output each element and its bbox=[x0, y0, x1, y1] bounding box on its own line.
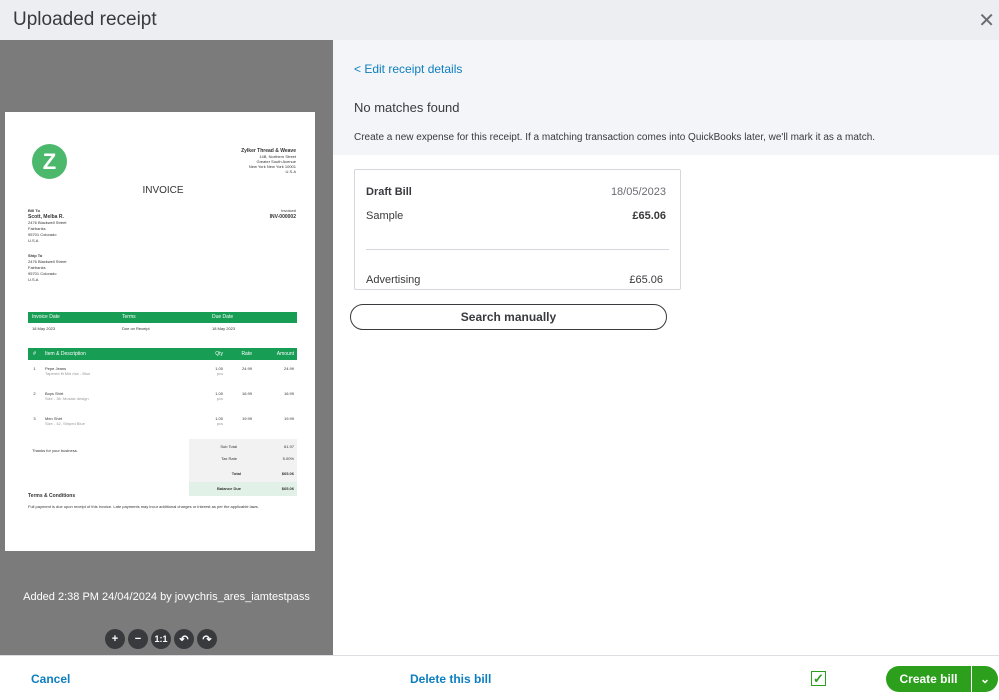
item-n-text: 2 bbox=[33, 391, 36, 396]
chevron-down-icon[interactable]: ⌄ bbox=[972, 666, 998, 692]
bill-date: 18/05/2023 bbox=[610, 186, 666, 198]
item-rate-text: 16.99 bbox=[241, 391, 252, 396]
bill-category: Advertising bbox=[366, 274, 421, 286]
header-cell: Invoice Date bbox=[32, 314, 60, 320]
logo: Z bbox=[32, 144, 67, 179]
search-manually-button[interactable]: Search manually bbox=[350, 304, 667, 330]
create-bill-button[interactable]: Create bill bbox=[886, 666, 972, 692]
item-unit: pcs bbox=[216, 421, 223, 426]
zoom-in-button[interactable]: + bbox=[105, 629, 125, 649]
match-description: Create a new expense for this receipt. I… bbox=[354, 132, 876, 143]
rotate-right-button[interactable]: ↷ bbox=[197, 629, 217, 649]
zoom-out-button[interactable]: − bbox=[128, 629, 148, 649]
image-controls: + − 1:1 ↶ ↷ bbox=[105, 629, 217, 649]
item-qty: 1.00 pcs bbox=[196, 416, 225, 441]
actual-size-button[interactable]: 1:1 bbox=[151, 629, 171, 649]
bill-payee: Sample bbox=[366, 210, 404, 222]
items-header: # Item & Description Qty Rate Amount bbox=[28, 348, 297, 360]
thanks-note: Thanks for your business. bbox=[32, 448, 78, 453]
balance-value: $65.06 bbox=[281, 486, 294, 491]
item-unit: pcs bbox=[216, 396, 223, 401]
item-n: 2 bbox=[28, 391, 41, 416]
item-amount-text: 24.99 bbox=[283, 366, 294, 371]
item-n: 1 bbox=[28, 366, 41, 391]
subtotal-label: Sub Total bbox=[220, 444, 237, 449]
item-rate: 19.99 bbox=[225, 416, 254, 441]
item-n-text: 1 bbox=[33, 366, 36, 371]
category-amount: £65.06 bbox=[629, 274, 663, 286]
address-line: U.S.A bbox=[28, 277, 39, 282]
checkbox[interactable]: ✓ bbox=[811, 671, 826, 686]
edit-receipt-details-link[interactable]: < Edit receipt details bbox=[354, 62, 462, 76]
invoice-number: INV-000002 bbox=[269, 214, 296, 220]
item-amount: 19.99 bbox=[254, 416, 297, 441]
invoice-meta-header: Invoice Date Terms Due Date bbox=[28, 312, 297, 323]
item-n-text: 3 bbox=[33, 416, 36, 421]
item-qty: 1.00 pcs bbox=[196, 366, 225, 391]
item-name: Boys Shirt Size - 36, Mosaic design bbox=[41, 391, 196, 416]
invoice-title: INVOICE bbox=[142, 185, 184, 196]
item-amount: 24.99 bbox=[254, 366, 297, 391]
item-rate: 16.99 bbox=[225, 391, 254, 416]
item-row: 3 Men Shirt Size - 42, Striped Blue 1.00 pcs… bbox=[28, 416, 297, 441]
rotate-left-button[interactable]: ↶ bbox=[174, 629, 194, 649]
dialog-title: Uploaded receipt bbox=[13, 9, 157, 30]
item-amount-text: 19.99 bbox=[283, 416, 294, 421]
item-row: 1 Pepe Jeans Tapered fit Mid rise - Blue 1.… bbox=[28, 366, 297, 391]
divider bbox=[366, 249, 669, 250]
item-rate: 24.99 bbox=[225, 366, 254, 391]
header-cell: Qty bbox=[215, 351, 223, 357]
header-cell: # bbox=[33, 351, 36, 357]
total-value: $65.06 bbox=[281, 471, 294, 476]
item-name: Men Shirt Size - 42, Striped Blue bbox=[41, 416, 196, 441]
item-qty: 1.00 pcs bbox=[196, 391, 225, 416]
total-label: Total bbox=[231, 471, 241, 476]
item-rate-text: 19.99 bbox=[241, 416, 252, 421]
close-icon[interactable]: ✕ bbox=[978, 8, 995, 33]
terms-label: Terms & Conditions bbox=[28, 493, 76, 499]
tax-value: 5.00% bbox=[282, 456, 294, 461]
delete-bill-button[interactable]: Delete this bill bbox=[410, 672, 491, 686]
meta-cell: 18 May 2023 bbox=[32, 326, 56, 331]
item-row: 2 Boys Shirt Size - 36, Mosaic design 1.00 p… bbox=[28, 391, 297, 416]
draft-bill-card[interactable]: Draft Bill 18/05/2023 Sample £65.06 Adve… bbox=[354, 169, 681, 290]
totals-box: Sub Total 61.97 Tax Rate 5.00% Total $65… bbox=[189, 439, 297, 496]
meta-cell: Due on Receipt bbox=[122, 326, 150, 331]
cancel-button[interactable]: Cancel bbox=[31, 672, 70, 686]
create-bill-split-button: Create bill ⌄ bbox=[886, 666, 998, 692]
bill-type: Draft Bill bbox=[366, 186, 412, 198]
footer-bar bbox=[0, 655, 999, 700]
item-rate-text: 24.99 bbox=[241, 366, 252, 371]
tax-label: Tax Rate bbox=[221, 456, 237, 461]
address-line: U.S.A bbox=[28, 238, 39, 243]
item-amount: 16.99 bbox=[254, 391, 297, 416]
receipt-image: Z Zylker Thread & Weave 14B, Northern St… bbox=[5, 112, 315, 551]
address-line: U.S.A bbox=[285, 169, 296, 174]
item-unit: pcs bbox=[216, 371, 223, 376]
header-cell: Due Date bbox=[212, 314, 234, 320]
item-desc: Tapered fit Mid rise - Blue bbox=[45, 371, 91, 376]
no-matches-heading: No matches found bbox=[354, 100, 460, 115]
added-info: Added 2:38 PM 24/04/2024 by jovychris_ar… bbox=[23, 591, 310, 603]
item-desc: Size - 42, Striped Blue bbox=[45, 421, 85, 426]
header-cell: Amount bbox=[276, 351, 294, 357]
bill-amount: £65.06 bbox=[632, 210, 666, 222]
header-cell: Terms bbox=[122, 314, 136, 320]
item-amount-text: 16.99 bbox=[283, 391, 294, 396]
balance-label: Balance Due bbox=[216, 486, 241, 491]
item-name: Pepe Jeans Tapered fit Mid rise - Blue bbox=[41, 366, 196, 391]
terms-text: Full payment is due upon receipt of this… bbox=[28, 504, 259, 509]
meta-cell: 18 May 2023 bbox=[212, 326, 236, 331]
item-desc: Size - 36, Mosaic design bbox=[45, 396, 89, 401]
subtotal-value: 61.97 bbox=[283, 444, 294, 449]
header-cell: Item & Description bbox=[45, 351, 86, 357]
header-cell: Rate bbox=[241, 351, 252, 357]
item-n: 3 bbox=[28, 416, 41, 441]
